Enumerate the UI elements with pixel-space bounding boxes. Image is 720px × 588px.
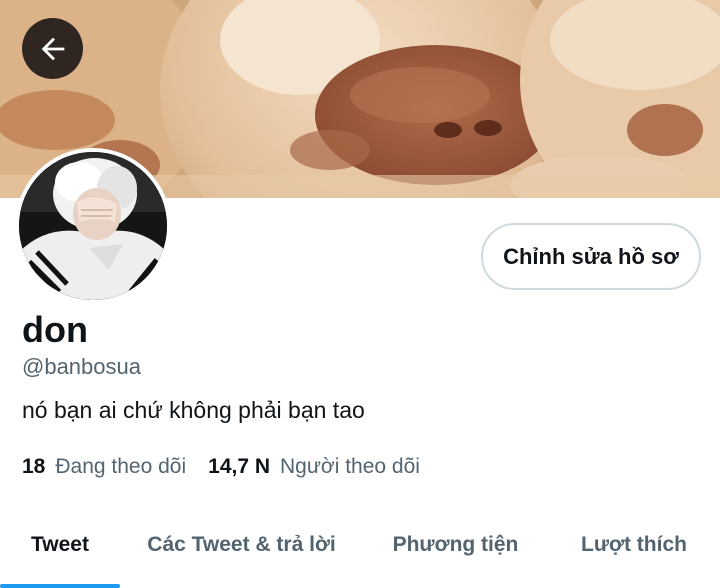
followers-label: Người theo dõi [280, 455, 420, 478]
tab-tweets-and-replies[interactable]: Các Tweet & trả lời [120, 514, 363, 588]
profile-bio: nó bạn ai chứ không phải bạn tao [22, 397, 365, 423]
back-button[interactable] [22, 18, 83, 79]
followers-link[interactable]: 14,7 N Người theo dõi [208, 455, 420, 479]
profile-tabs: Tweet Các Tweet & trả lời Phương tiện Lư… [0, 514, 720, 588]
profile-page: Chỉnh sửa hồ sơ don @banbosua nó bạn ai … [0, 0, 720, 588]
avatar[interactable] [15, 148, 171, 304]
edit-profile-button[interactable]: Chỉnh sửa hồ sơ [481, 223, 701, 290]
tab-label: Phương tiện [392, 533, 519, 556]
tab-label: Các Tweet & trả lời [147, 533, 336, 556]
tab-likes[interactable]: Lượt thích [548, 514, 720, 588]
display-name: don [22, 309, 88, 350]
active-tab-indicator [0, 584, 120, 588]
arrow-left-icon [41, 37, 64, 60]
followers-count: 14,7 N [208, 455, 271, 478]
following-count: 18 [22, 455, 46, 478]
avatar-image [19, 152, 167, 300]
tab-label: Tweet [31, 533, 89, 556]
profile-photo [19, 152, 167, 300]
following-label: Đang theo dõi [55, 455, 187, 478]
tab-label: Lượt thích [581, 533, 687, 556]
tab-tweets[interactable]: Tweet [0, 514, 120, 588]
username-handle: @banbosua [22, 354, 141, 379]
follow-stats: 18 Đang theo dõi 14,7 N Người theo dõi [22, 452, 420, 482]
tab-media[interactable]: Phương tiện [363, 514, 548, 588]
following-link[interactable]: 18 Đang theo dõi [22, 455, 186, 479]
